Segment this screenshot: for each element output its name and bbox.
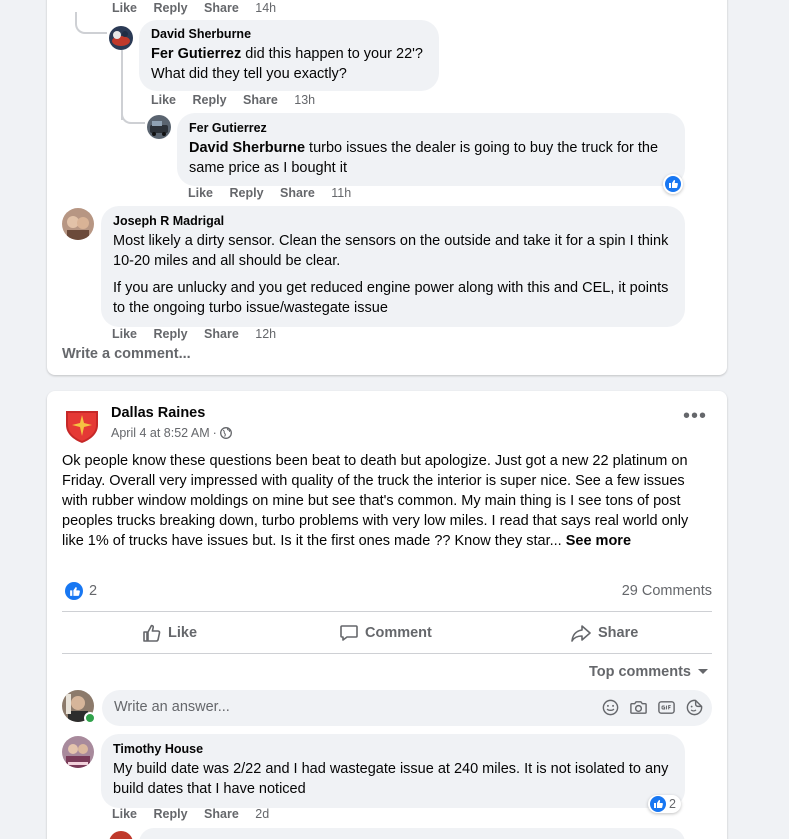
comment-bubble: Timothy House My build date was 2/22 and… bbox=[101, 734, 685, 808]
reply-bubble: Fer Gutierrez David Sherburne turbo issu… bbox=[177, 113, 685, 186]
reaction-badge[interactable]: 2 bbox=[648, 795, 681, 813]
reply-action[interactable]: Reply bbox=[230, 186, 264, 200]
reply-action[interactable]: Reply bbox=[193, 93, 227, 107]
like-action[interactable]: Like bbox=[112, 1, 137, 15]
more-options-button[interactable]: ••• bbox=[683, 406, 707, 426]
share-button[interactable]: Share bbox=[570, 619, 638, 647]
reaction-summary[interactable]: 2 bbox=[65, 582, 97, 600]
meta-separator: · bbox=[212, 426, 217, 440]
reply-action[interactable]: Reply bbox=[154, 327, 188, 341]
comment-actions: Like Reply Share 14h bbox=[112, 1, 289, 15]
comment-text: David Sherburne turbo issues the dealer … bbox=[189, 138, 673, 178]
see-more-link[interactable]: See more bbox=[566, 533, 631, 549]
avatar[interactable] bbox=[109, 831, 133, 839]
post-text: Ok people know these questions been beat… bbox=[62, 451, 712, 551]
comment-text: Fer Gutierrez did this happen to your 22… bbox=[151, 44, 427, 84]
sort-label: Top comments bbox=[588, 664, 691, 680]
like-reaction-icon bbox=[65, 582, 83, 600]
comment-text: Most likely a dirty sensor. Clean the se… bbox=[113, 233, 669, 269]
reaction-count: 2 bbox=[89, 583, 98, 599]
reply-action[interactable]: Reply bbox=[154, 807, 188, 821]
write-answer-placeholder: Write an answer... bbox=[114, 699, 230, 715]
comment-button[interactable]: Comment bbox=[339, 619, 432, 647]
reply-action[interactable]: Reply bbox=[154, 1, 188, 15]
comment-actions: Like Reply Share 2d bbox=[112, 807, 282, 821]
comment-label: Comment bbox=[365, 625, 432, 641]
emoji-icon[interactable] bbox=[601, 698, 620, 717]
share-action[interactable]: Share bbox=[280, 186, 315, 200]
write-comment-link[interactable]: Write a comment... bbox=[62, 346, 191, 362]
like-action[interactable]: Like bbox=[112, 327, 137, 341]
post-timestamp[interactable]: April 4 at 8:52 AM bbox=[111, 426, 210, 440]
post-card: Dallas Raines April 4 at 8:52 AM · ••• O… bbox=[47, 391, 727, 839]
mention[interactable]: Fer Gutierrez bbox=[151, 46, 241, 62]
share-icon bbox=[571, 625, 591, 642]
comment-text: If you are unlucky and you get reduced e… bbox=[113, 280, 669, 316]
comment-author[interactable]: Fer Gutierrez bbox=[189, 121, 673, 135]
camera-icon[interactable] bbox=[629, 698, 648, 717]
thumbs-up-icon bbox=[143, 624, 161, 642]
comment-sort-dropdown[interactable]: Top comments bbox=[589, 664, 709, 680]
chevron-down-icon bbox=[698, 669, 708, 674]
comment-actions: Like Reply Share 12h bbox=[112, 327, 289, 341]
like-action[interactable]: Like bbox=[188, 186, 213, 200]
globe-icon bbox=[219, 427, 232, 439]
comment-text: My build date was 2/22 and I had wastega… bbox=[113, 761, 669, 797]
share-label: Share bbox=[598, 625, 639, 641]
avatar[interactable] bbox=[62, 208, 94, 240]
mention[interactable]: David Sherburne bbox=[189, 140, 305, 156]
comment-author[interactable]: Joseph R Madrigal bbox=[113, 214, 673, 228]
comment-thread-card: Like Reply Share 14h David Sherburne Fer… bbox=[47, 0, 727, 375]
online-status-dot bbox=[84, 712, 96, 724]
reply-bubble: David Sherburne Fer Gutierrez did this h… bbox=[139, 20, 439, 91]
comment-actions: Like Reply Share 11h bbox=[188, 186, 364, 200]
like-button[interactable]: Like bbox=[142, 619, 197, 647]
post-meta: April 4 at 8:52 AM · bbox=[111, 426, 232, 440]
post-author[interactable]: Dallas Raines bbox=[111, 405, 205, 421]
comment-author[interactable]: Timothy House bbox=[113, 742, 673, 756]
share-action[interactable]: Share bbox=[204, 327, 239, 341]
write-answer-input[interactable]: Write an answer... bbox=[102, 690, 712, 726]
like-reaction-icon bbox=[665, 176, 681, 192]
reply-bubble bbox=[139, 828, 685, 839]
avatar[interactable] bbox=[109, 26, 133, 50]
reaction-count: 2 bbox=[669, 797, 676, 811]
avatar[interactable] bbox=[147, 115, 171, 139]
like-action[interactable]: Like bbox=[151, 93, 176, 107]
reaction-badge[interactable] bbox=[663, 174, 683, 194]
composer-icons bbox=[601, 698, 704, 717]
share-action[interactable]: Share bbox=[204, 807, 239, 821]
thread-connector bbox=[75, 12, 107, 34]
like-label: Like bbox=[168, 625, 198, 641]
comment-bubble: Joseph R Madrigal Most likely a dirty se… bbox=[101, 206, 685, 327]
comment-timestamp[interactable]: 2d bbox=[255, 807, 269, 821]
thread-connector bbox=[121, 102, 145, 124]
like-action[interactable]: Like bbox=[112, 807, 137, 821]
comment-author[interactable]: David Sherburne bbox=[151, 27, 427, 41]
comment-timestamp[interactable]: 12h bbox=[255, 327, 276, 341]
gif-icon[interactable] bbox=[657, 698, 676, 717]
divider bbox=[62, 653, 712, 654]
comment-actions: Like Reply Share 13h bbox=[151, 93, 328, 107]
avatar[interactable] bbox=[62, 736, 94, 768]
comment-icon bbox=[340, 625, 358, 641]
author-avatar[interactable] bbox=[62, 403, 102, 443]
sticker-icon[interactable] bbox=[685, 698, 704, 717]
comment-timestamp[interactable]: 14h bbox=[255, 1, 276, 15]
comment-timestamp[interactable]: 11h bbox=[331, 186, 351, 200]
like-reaction-icon bbox=[650, 796, 666, 812]
comments-count[interactable]: 29 Comments bbox=[622, 583, 712, 599]
share-action[interactable]: Share bbox=[243, 93, 278, 107]
comment-timestamp[interactable]: 13h bbox=[294, 93, 315, 107]
share-action[interactable]: Share bbox=[204, 1, 239, 15]
divider bbox=[62, 611, 712, 612]
